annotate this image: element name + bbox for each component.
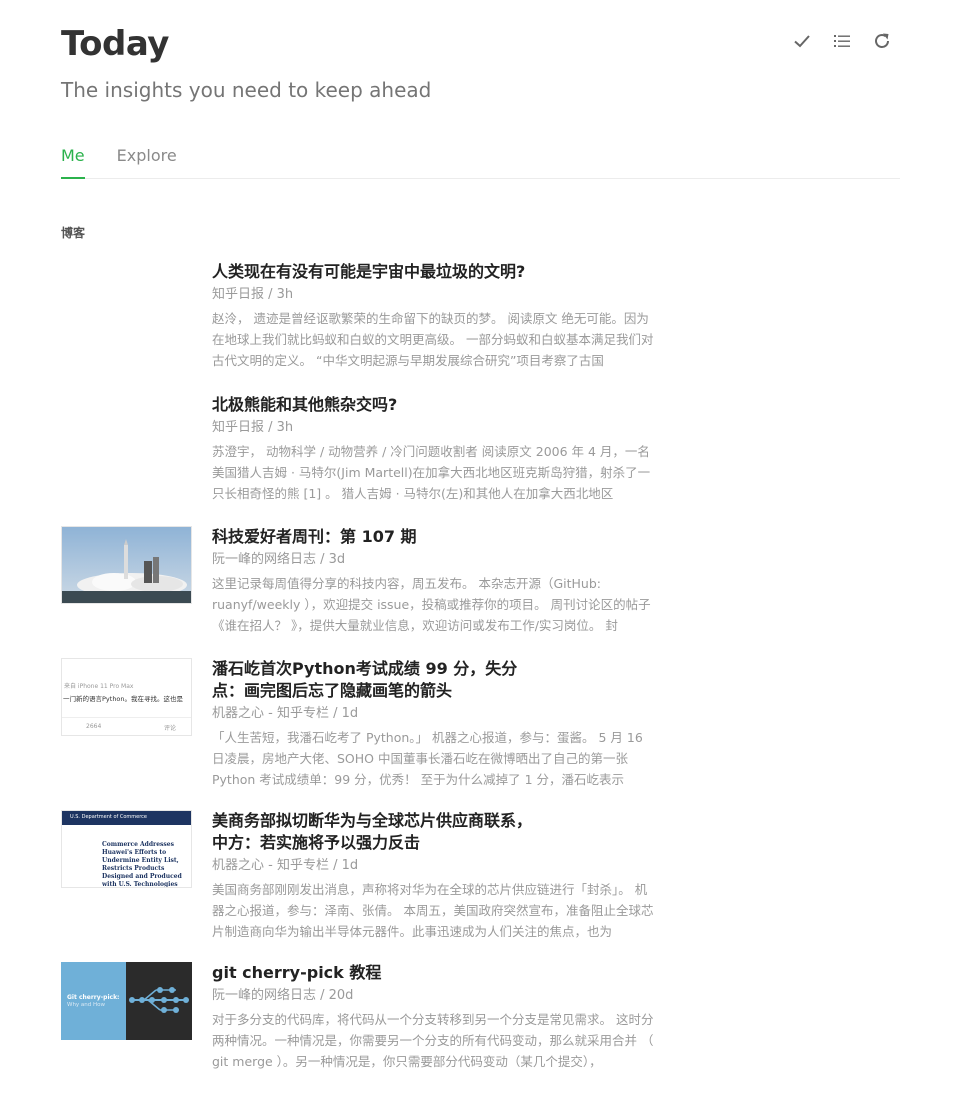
entry-title[interactable]: git cherry-pick 教程 [212,962,659,984]
thumb-count-text: 2664 [86,723,102,730]
entry-summary: 「人生苦短，我潘石屹考了 Python。」 机器之心报道，参与：蛋酱。 5 月 … [212,730,643,787]
page-subtitle: The insights you need to keep ahead [61,78,432,102]
thumb-left-panel [61,962,126,1040]
entry-title[interactable]: 北极熊能和其他熊杂交吗? [212,394,659,416]
thumb-line-text: 一门新的语言Python。我在寻找。这也是 [63,695,184,703]
entry-summary: 苏澄宇， 动物科学 / 动物营养 / 冷门问题收割者 阅读原文 2006 年 4… [212,444,651,501]
entry-summary: 赵泠， 遗迹是曾经讴歌繁荣的生命留下的缺页的梦。 阅读原文 绝无可能。因为在地球… [212,311,654,368]
thumb-comment-text: 评论 [164,725,177,732]
entry-summary: 这里记录每周值得分享的科技内容，周五发布。 本杂志开源（GitHub: ruan… [212,576,651,633]
rocket-launch-image [62,527,191,603]
entry-meta: 机器之心 - 知乎专栏 / 1d [212,706,359,721]
refresh-icon [875,33,889,48]
entry-summary: 美国商务部刚刚发出消息，声称将对华为在全球的芯片供应链进行「封杀」。 机器之心报… [212,882,654,939]
entry-title[interactable]: 科技爱好者周刊：第 107 期 [212,526,659,548]
entry-thumbnail[interactable] [61,526,192,604]
entry-summary: 对于多分支的代码库，将代码从一个分支转移到另一个分支是常见需求。 这时分两种情况… [212,1012,654,1069]
entry-title[interactable]: 美商务部拟切断华为与全球芯片供应商联系，中方：若实施将予以强力反击 [212,810,542,854]
toolbar [792,31,892,51]
entry-meta: 机器之心 - 知乎专栏 / 1d [212,858,359,873]
entry-thumbnail[interactable]: 来自 iPhone 11 Pro Max 一门新的语言Python。我在寻找。这… [61,658,192,736]
git-graph-image [129,987,189,1013]
tab-bar: Me Explore [61,142,900,179]
thumb-divider [62,717,191,718]
entry-title[interactable]: 潘石屹首次Python考试成绩 99 分，失分点：画完图后忘了隐藏画笔的箭头 [212,658,532,702]
tab-me[interactable]: Me [61,142,85,179]
entry-meta: 知乎日报 / 3h [212,287,294,302]
thumb-line2-text: Why and How [67,1002,106,1008]
mark-all-read-button[interactable] [792,31,812,51]
entry-meta: 阮一峰的网络日志 / 3d [212,552,346,567]
thumb-org-text: U.S. Department of Commerce [70,814,147,820]
entry-thumbnail[interactable]: U.S. Department of Commerce Commerce Add… [61,810,192,888]
section-label: 博客 [61,226,86,240]
entry-meta: 阮一峰的网络日志 / 20d [212,988,354,1003]
checkmark-icon [794,35,810,48]
entry-meta: 知乎日报 / 3h [212,420,294,435]
page-title: Today [61,24,169,64]
list-view-icon [834,35,850,47]
list-view-button[interactable] [832,31,852,51]
refresh-button[interactable] [872,31,892,51]
thumb-headline-text: Commerce Addresses Huawei's Efforts to U… [102,841,182,888]
tab-explore[interactable]: Explore [117,142,177,178]
thumb-device-text: 来自 iPhone 11 Pro Max [64,683,134,690]
entry-title[interactable]: 人类现在有没有可能是宇宙中最垃圾的文明? [212,261,659,283]
entry-thumbnail[interactable]: Git cherry-pick: Why and How [61,962,192,1040]
page-header: Today The insights you need to keep ahea… [61,22,431,104]
thumb-line1-text: Git cherry-pick: [67,994,120,1001]
